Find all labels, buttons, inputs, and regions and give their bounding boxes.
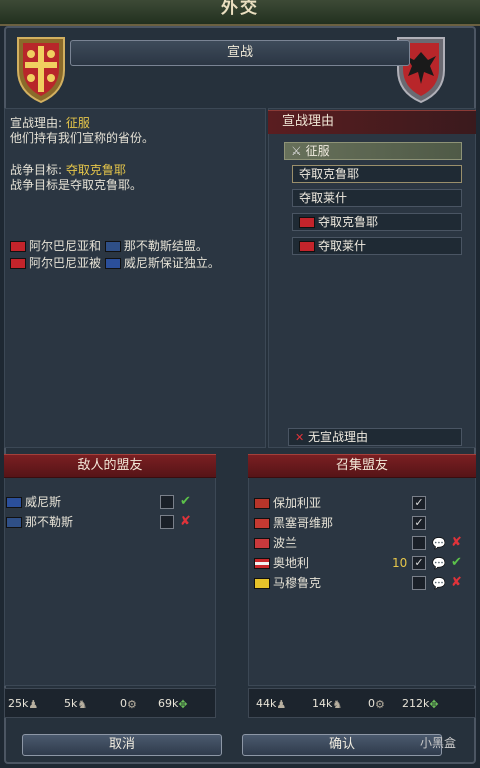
ally-checkbox[interactable] (412, 576, 426, 590)
enemy-infantry: 25k♟ (8, 697, 40, 711)
cavalry-icon: ♞ (332, 698, 343, 711)
austria-flag-icon (254, 558, 270, 569)
cb-description: 他们持有我们宣称的省份。 (10, 131, 155, 145)
cb-item-conquest[interactable]: ⚔ 征服 (284, 142, 462, 160)
speech-icon: 💬 (432, 537, 446, 550)
ally-checkbox[interactable]: ✓ (412, 516, 426, 530)
enemy-ally-checkbox[interactable] (160, 515, 174, 529)
ally-infantry: 44k♟ (256, 697, 288, 711)
player-shield-icon[interactable] (12, 32, 70, 104)
albania-flag-icon (299, 241, 315, 252)
army-icon: ✥ (178, 698, 188, 711)
speech-icon: 💬 (432, 577, 446, 590)
no-cb-option[interactable]: ✕ 无宣战理由 (288, 428, 462, 446)
cb-item-take-lezhe[interactable]: 夺取莱什 (292, 189, 462, 207)
ally-row-austria: 奥地利 (254, 556, 309, 571)
swords-icon: ⚔ (291, 144, 302, 158)
guarantee-line: 阿尔巴尼亚被 威尼斯保证独立。 (10, 256, 220, 271)
naples-flag-icon (6, 517, 22, 528)
ally-checkbox[interactable] (412, 536, 426, 550)
enemy-cavalry: 5k♞ (64, 697, 89, 711)
enemy-ally-checkbox[interactable] (160, 495, 174, 509)
army-icon: ✥ (429, 698, 439, 711)
cb-value: 征服 (65, 116, 90, 130)
cavalry-icon: ♞ (77, 698, 88, 711)
albania-flag-icon (299, 217, 315, 228)
albania-flag-icon (10, 241, 26, 252)
enemy-artillery: 0⚙ (120, 697, 139, 711)
cb-item-take-kruje-flag[interactable]: 夺取克鲁耶 (292, 213, 462, 231)
ally-checkbox[interactable]: ✓ (412, 556, 426, 570)
poland-flag-icon (254, 538, 270, 549)
ally-row-mamluks: 马穆鲁克 (254, 576, 321, 591)
ally-cavalry: 14k♞ (312, 697, 344, 711)
confirm-button[interactable]: 确认 (242, 734, 442, 756)
venice-flag-icon (104, 258, 121, 269)
window-title: 外交 (221, 0, 259, 18)
infantry-icon: ♟ (28, 698, 39, 711)
venice-flag-icon (6, 497, 22, 508)
ally-row-poland: 波兰 (254, 536, 297, 551)
mamluks-flag-icon (254, 578, 270, 589)
cb-line: 宣战理由: 征服 (10, 116, 90, 131)
cb-item-take-lezhe-flag[interactable]: 夺取莱什 (292, 237, 462, 255)
ally-artillery: 0⚙ (368, 697, 387, 711)
herzegovina-flag-icon (254, 518, 270, 529)
check-icon: ✔ (180, 494, 191, 509)
naples-flag-icon (104, 241, 121, 252)
cross-icon: ✘ (451, 535, 462, 550)
check-icon: ✔ (451, 555, 462, 570)
artillery-icon: ⚙ (127, 698, 137, 711)
artillery-icon: ⚙ (375, 698, 385, 711)
cb-item-take-kruje[interactable]: 夺取克鲁耶 (292, 165, 462, 183)
goal-description: 战争目标是夺取克鲁耶。 (10, 178, 143, 192)
ally-total: 212k✥ (402, 697, 441, 711)
cross-icon: ✕ (295, 431, 305, 444)
ally-value: 10 (392, 556, 408, 570)
cancel-button[interactable]: 取消 (22, 734, 222, 756)
casus-belli-header: 宣战理由 (268, 110, 476, 134)
cross-icon: ✘ (451, 575, 462, 590)
alliance-line: 阿尔巴尼亚和 那不勒斯结盟。 (10, 239, 208, 254)
speech-icon: 💬 (432, 557, 446, 570)
bulgaria-flag-icon (254, 498, 270, 509)
ally-checkbox[interactable]: ✓ (412, 496, 426, 510)
cb-prefix: 宣战理由: (10, 116, 66, 130)
cross-icon: ✘ (180, 514, 191, 529)
declare-war-banner: 宣战 (70, 40, 410, 66)
enemy-total: 69k✥ (158, 697, 190, 711)
albania-flag-icon (10, 258, 26, 269)
goal-prefix: 战争目标: (10, 163, 66, 177)
infantry-icon: ♟ (276, 698, 287, 711)
call-allies-header: 召集盟友 (248, 454, 476, 478)
ally-row-bulgaria: 保加利亚 (254, 496, 321, 511)
enemy-allies-header: 敌人的盟友 (4, 454, 216, 478)
watermark-text: 小黑盒 (420, 736, 457, 750)
ally-row-herzegovina: 黑塞哥维那 (254, 516, 333, 531)
goal-value: 夺取克鲁耶 (65, 163, 126, 177)
war-info-panel (4, 108, 266, 448)
goal-line: 战争目标: 夺取克鲁耶 (10, 163, 126, 178)
